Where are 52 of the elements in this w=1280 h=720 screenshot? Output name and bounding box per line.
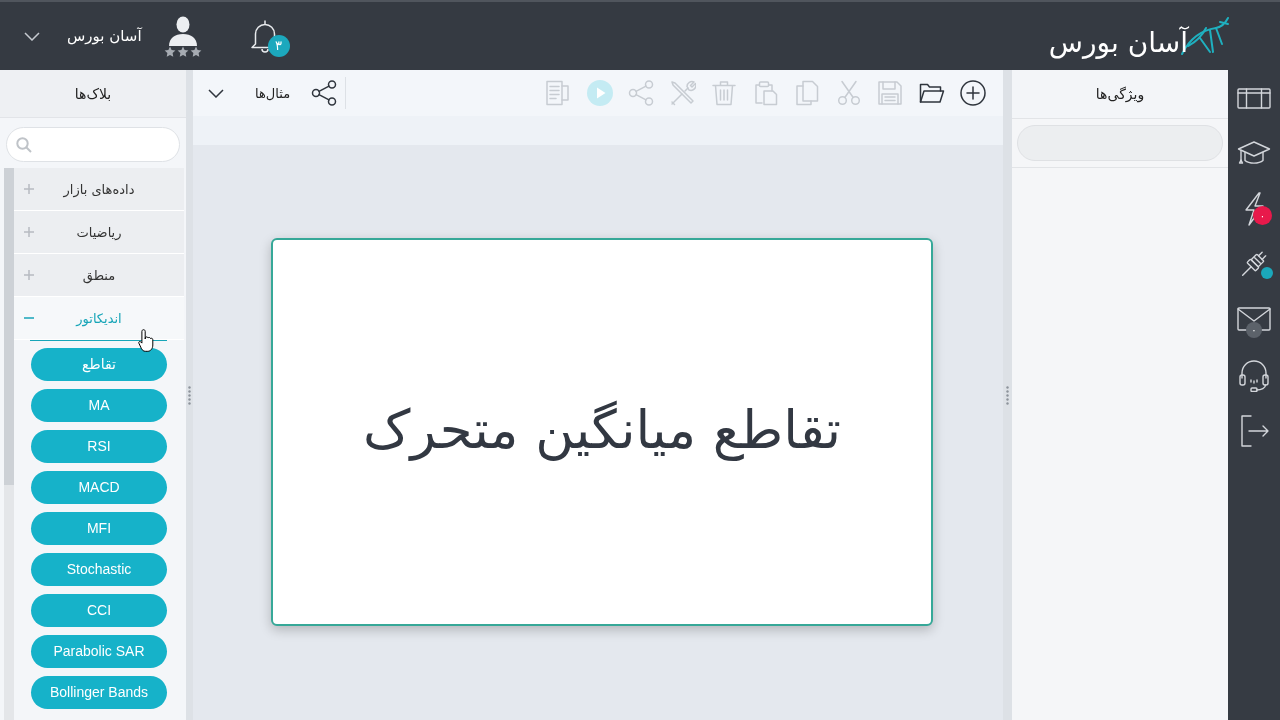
count-badge: ۰ xyxy=(1253,206,1272,225)
category-item[interactable]: منطق xyxy=(14,254,184,297)
plus-icon xyxy=(24,270,34,280)
category-item[interactable]: داده‌های بازار xyxy=(14,168,184,211)
panel-title: بلاک‌ها xyxy=(74,85,112,102)
block-button[interactable]: Bollinger Bands xyxy=(31,676,167,709)
minus-icon xyxy=(24,317,34,319)
examples-dropdown[interactable]: مثال‌ها xyxy=(193,85,291,101)
tools-icon xyxy=(669,80,696,106)
save-icon xyxy=(877,80,904,106)
block-button[interactable]: Parabolic SAR xyxy=(31,635,167,668)
block-button[interactable]: RSI xyxy=(31,430,167,463)
count-badge: ۰ xyxy=(1246,322,1262,338)
search-icon xyxy=(16,136,32,153)
share-icon xyxy=(628,80,655,106)
drag-handle-icon[interactable] xyxy=(188,385,191,405)
drag-handle-icon[interactable] xyxy=(1006,385,1009,405)
block-card[interactable]: تقاطع میانگین متحرک xyxy=(271,238,933,626)
block-button[interactable]: MACD xyxy=(31,471,167,504)
copy-icon xyxy=(794,80,821,106)
mail-button[interactable]: ۰ xyxy=(1228,292,1280,348)
block-title: تقاطع میانگین متحرک xyxy=(363,398,841,460)
play-icon xyxy=(586,80,613,106)
trash-icon xyxy=(711,80,738,106)
document-icon xyxy=(545,80,572,106)
block-button[interactable]: تقاطع xyxy=(31,348,167,381)
hand-cursor-icon xyxy=(138,329,155,352)
share-icon xyxy=(311,80,338,106)
category-item[interactable]: ریاضیات xyxy=(14,211,184,254)
logo-text: آسان بورس xyxy=(1048,26,1188,60)
block-button[interactable]: MA xyxy=(31,389,167,422)
block-button[interactable]: MFI xyxy=(31,512,167,545)
chevron-down-icon xyxy=(208,88,224,98)
scrollbar-thumb[interactable] xyxy=(4,168,14,485)
signals-button[interactable]: ۰ xyxy=(1228,181,1280,237)
user-menu-button[interactable]: آسان بورس xyxy=(24,27,142,45)
paste-icon xyxy=(752,80,779,106)
headset-icon xyxy=(1237,358,1271,393)
avatar-icon xyxy=(167,15,198,46)
plus-icon xyxy=(24,184,34,194)
search-field[interactable] xyxy=(6,127,180,162)
block-button[interactable]: Stochastic xyxy=(31,553,167,586)
notification-count: ۳ xyxy=(267,35,290,57)
scrollbar-track[interactable] xyxy=(4,168,14,720)
rank-stars-icon xyxy=(163,45,202,57)
plus-icon xyxy=(24,227,34,237)
chevron-down-icon xyxy=(24,31,40,41)
plus-circle-icon xyxy=(960,80,987,106)
scissors-icon xyxy=(835,80,862,106)
panel-title: ویژگی‌ها xyxy=(1095,86,1145,102)
notifications-button[interactable]: ۳ xyxy=(249,14,290,58)
block-button[interactable]: CCI xyxy=(31,594,167,627)
